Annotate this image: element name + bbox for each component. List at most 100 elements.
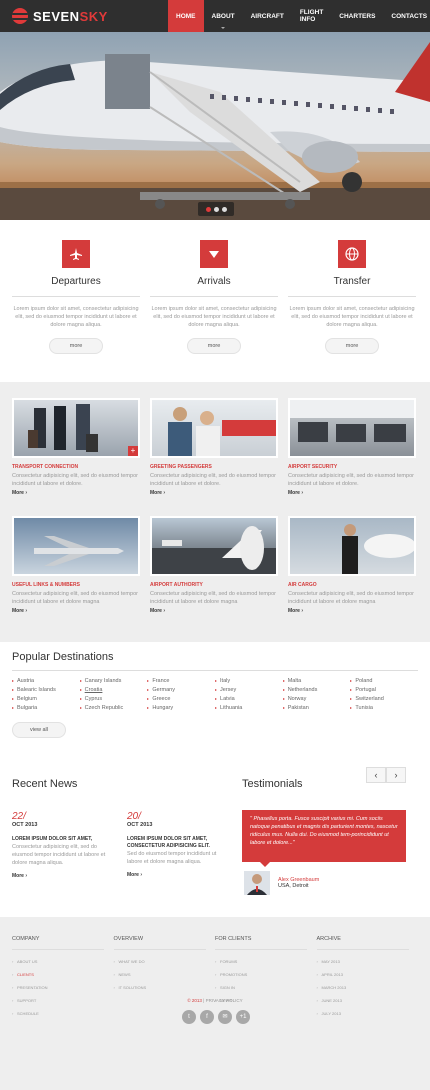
destination-link[interactable]: France [147, 677, 215, 686]
destination-link[interactable]: Hungary [147, 704, 215, 713]
chevron-left-icon[interactable]: ‹ [366, 767, 386, 783]
more-link[interactable]: More › [288, 490, 416, 496]
destination-link[interactable]: Lithuania [215, 704, 283, 713]
destination-link[interactable]: Norway [282, 695, 351, 704]
destination-link[interactable]: Malta [282, 677, 351, 686]
more-button[interactable]: more [325, 338, 379, 354]
destination-link[interactable]: Tunisia [350, 704, 418, 713]
email-icon[interactable]: ✉ [218, 1010, 232, 1024]
facebook-icon[interactable]: f [200, 1010, 214, 1024]
destination-link[interactable]: Croatia [79, 686, 148, 695]
gallery-image[interactable] [150, 398, 278, 458]
gallery-image[interactable] [288, 516, 416, 576]
destination-link[interactable]: Jersey [215, 686, 283, 695]
destination-link[interactable]: Poland [350, 677, 418, 686]
gallery-title[interactable]: Airport security [288, 464, 416, 470]
gallery-title[interactable]: Useful links & numbers [12, 582, 140, 588]
more-link[interactable]: More › [12, 608, 140, 614]
more-link[interactable]: More › [150, 490, 278, 496]
destination-link[interactable]: Germany [147, 686, 215, 695]
more-link[interactable]: More › [288, 608, 416, 614]
chevron-right-icon[interactable]: › [386, 767, 406, 783]
news-item: 22/ OCT 2013 LOREM IPSUM DOLOR SIT AMET,… [12, 811, 113, 879]
twitter-icon[interactable]: t [182, 1010, 196, 1024]
news-headline[interactable]: LOREM IPSUM DOLOR SIT AMET, [12, 836, 113, 843]
service-arrivals: Arrivals Lorem ipsum dolor sit amet, con… [150, 220, 278, 382]
destination-link[interactable]: Czech Republic [79, 704, 148, 713]
destination-link[interactable]: Balearic Islands [12, 686, 80, 695]
more-link[interactable]: More › [12, 490, 140, 496]
gallery-title[interactable]: Transport connection [12, 464, 140, 470]
more-link[interactable]: More › [150, 608, 278, 614]
testimonial-quote: " Phasellus porta. Fusce suscipit varius… [242, 810, 406, 867]
hero-slider[interactable] [0, 32, 430, 220]
footer-column-clients: For clients Forums Promotions Sign in Ne… [215, 936, 317, 1020]
footer-link[interactable]: Promotions [215, 968, 317, 981]
destination-link[interactable]: Belgium [12, 695, 80, 704]
footer-link[interactable]: IT Solutions [114, 981, 216, 994]
footer-link[interactable]: Presentation [12, 981, 114, 994]
footer-link[interactable]: What we do [114, 955, 216, 968]
nav-home[interactable]: Home [168, 0, 204, 32]
destination-link[interactable]: Canary Islands [79, 677, 148, 686]
nav-flight-info[interactable]: Flight info [292, 0, 331, 32]
google-plus-icon[interactable]: +1 [236, 1010, 250, 1024]
gallery-title[interactable]: Greeting passengers [150, 464, 278, 470]
copyright: © 2013 | Privacy policy [187, 998, 243, 1003]
footer-link[interactable]: March 2013 [317, 981, 419, 994]
news-headline[interactable]: LOREM IPSUM DOLOR SIT AMET, CONSECTETUR … [127, 836, 228, 850]
footer-link[interactable]: May 2013 [317, 955, 419, 968]
more-button[interactable]: more [49, 338, 103, 354]
view-all-button[interactable]: view all [12, 722, 66, 738]
gallery-image[interactable] [150, 516, 278, 576]
destination-link[interactable]: Portugal [350, 686, 418, 695]
footer-link[interactable]: Sign in [215, 981, 317, 994]
footer-link[interactable]: News [114, 968, 216, 981]
divider [113, 949, 206, 950]
news-month: OCT 2013 [12, 822, 38, 828]
more-link[interactable]: More › [127, 872, 228, 878]
footer-link[interactable]: July 2013 [317, 1007, 419, 1020]
destination-column: Malta Netherlands Norway Pakistan [282, 677, 351, 713]
logo[interactable]: SEVENSKY [12, 8, 108, 24]
footer-link[interactable]: About us [12, 955, 114, 968]
footer-link[interactable]: April 2013 [317, 968, 419, 981]
divider [12, 949, 104, 950]
nav-charters[interactable]: Charters [331, 0, 383, 32]
footer-link[interactable]: Clients [12, 968, 114, 981]
destination-link[interactable]: Italy [215, 677, 283, 686]
more-button[interactable]: more [187, 338, 241, 354]
gallery-image[interactable]: + [12, 398, 140, 458]
more-link-label: More [150, 490, 162, 496]
destination-link[interactable]: Switzerland [350, 695, 418, 704]
gallery-image[interactable] [288, 398, 416, 458]
gallery-title[interactable]: Air cargo [288, 582, 416, 588]
nav-aircraft[interactable]: Aircraft [243, 0, 292, 32]
destination-link[interactable]: Greece [147, 695, 215, 704]
destination-link[interactable]: Austria [12, 677, 80, 686]
more-link[interactable]: More › [12, 873, 113, 879]
nav-about[interactable]: About [204, 0, 243, 32]
destination-link[interactable]: Latvia [215, 695, 283, 704]
destination-link[interactable]: Bulgaria [12, 704, 80, 713]
copyright-text: © 2013 [187, 998, 202, 1003]
gallery-title[interactable]: Airport authority [150, 582, 278, 588]
plus-icon[interactable]: + [128, 446, 138, 456]
slider-dot-2[interactable] [213, 206, 219, 212]
footer-link[interactable]: Schedule [12, 1007, 114, 1020]
slider-dot-3[interactable] [221, 206, 227, 212]
privacy-policy-link[interactable]: Privacy policy [206, 998, 243, 1003]
divider [150, 296, 278, 297]
main-nav: Home About Aircraft Flight info Charters… [168, 0, 430, 32]
footer-link[interactable]: Forums [215, 955, 317, 968]
slider-dot-1[interactable] [205, 206, 211, 212]
destination-link[interactable]: Pakistan [282, 704, 351, 713]
hero-airplane-image [0, 42, 430, 220]
destination-link[interactable]: Netherlands [282, 686, 351, 695]
destination-link[interactable]: Cyprus [79, 695, 148, 704]
gallery-text: Consectetur adipisicing elit, sed do eiu… [288, 473, 414, 487]
gallery-image[interactable] [12, 516, 140, 576]
nav-contacts[interactable]: Contacts [383, 0, 430, 32]
author-city: USA, Detroit [278, 883, 309, 889]
avatar [244, 871, 270, 895]
